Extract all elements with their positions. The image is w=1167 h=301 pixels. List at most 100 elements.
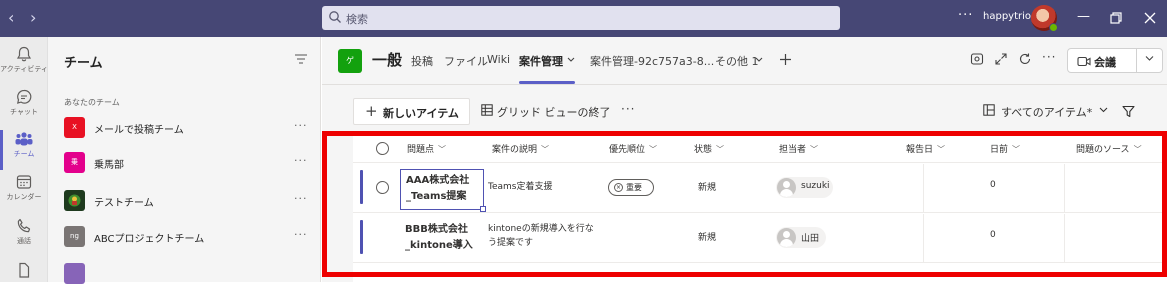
filter-icon[interactable] bbox=[294, 53, 308, 65]
team-item[interactable]: ng ABCプロジェクトチーム ··· bbox=[48, 226, 321, 254]
description-cell[interactable]: Teams定着支援 bbox=[488, 180, 598, 194]
tab-more[interactable]: その他 1 bbox=[715, 53, 759, 69]
issue-cell[interactable]: AAA株式会社 _Teams提案 bbox=[400, 169, 486, 212]
row-indicator bbox=[360, 170, 363, 204]
select-all-checkbox[interactable] bbox=[376, 142, 389, 155]
issue-cell[interactable]: BBB株式会社 _kintone導入 bbox=[400, 219, 484, 260]
divider bbox=[1136, 49, 1137, 72]
forward-arrow-icon[interactable]: › bbox=[30, 9, 36, 27]
assignee-name: suzuki bbox=[801, 181, 830, 191]
divider bbox=[923, 214, 924, 263]
refresh-icon[interactable] bbox=[1018, 52, 1032, 66]
plus-icon: + bbox=[365, 102, 378, 120]
chevron-down-icon bbox=[1099, 107, 1108, 113]
column-header[interactable]: 担当者 ﹀ bbox=[779, 142, 818, 155]
rail-item-chat[interactable]: チャット bbox=[0, 88, 48, 128]
more-options-icon[interactable]: ··· bbox=[294, 119, 308, 132]
tab-wiki[interactable]: Wiki bbox=[487, 53, 510, 66]
description-cell[interactable]: kintoneの新規導入を行なう提案です bbox=[488, 222, 598, 250]
status-cell[interactable]: 新規 bbox=[698, 230, 716, 243]
tab-posts[interactable]: 投稿 bbox=[411, 53, 433, 69]
title-bar: ‹ › 検索 ··· happytrio — bbox=[0, 0, 1167, 37]
meet-button[interactable]: 会議 bbox=[1067, 48, 1163, 73]
row-select-checkbox[interactable] bbox=[376, 181, 389, 194]
team-avatar: ゲ bbox=[338, 49, 362, 73]
chevron-down-icon: ﹀ bbox=[810, 145, 819, 154]
restore-icon[interactable] bbox=[1110, 12, 1122, 24]
teams-icon bbox=[15, 132, 33, 146]
more-options-icon[interactable]: ··· bbox=[1042, 50, 1056, 64]
column-header[interactable]: 優先順位 ﹀ bbox=[609, 142, 657, 155]
column-header[interactable]: 問題点 ﹀ bbox=[407, 142, 446, 155]
back-arrow-icon[interactable]: ‹ bbox=[8, 9, 14, 27]
search-input[interactable]: 検索 bbox=[322, 6, 840, 30]
tab-case-management-2[interactable]: 案件管理-92c757a3-8... bbox=[590, 53, 714, 69]
rail-item-files[interactable] bbox=[0, 261, 48, 301]
list-grid: 問題点 ﹀ 案件の説明 ﹀ 優先順位 ﹀ 状態 ﹀ 担当者 ﹀ 報告日 ﹀ 日前 ﹀ 問題のソ… bbox=[353, 135, 1167, 282]
rail-item-teams[interactable]: チーム bbox=[0, 130, 48, 170]
column-header[interactable]: 状態 ﹀ bbox=[694, 142, 724, 155]
chevron-down-icon: ﹀ bbox=[937, 145, 946, 154]
team-tile bbox=[64, 190, 85, 211]
video-camera-icon bbox=[1077, 56, 1091, 67]
team-item[interactable]: テストチーム ··· bbox=[48, 190, 321, 218]
rail-item-calls[interactable]: 通話 bbox=[0, 217, 48, 257]
grid-icon bbox=[481, 104, 493, 116]
team-name: 乗馬部 bbox=[94, 160, 124, 171]
tab-case-management[interactable]: 案件管理 bbox=[519, 53, 563, 69]
more-icon[interactable]: ··· bbox=[958, 8, 973, 23]
active-tab-indicator bbox=[519, 81, 575, 84]
days-cell[interactable]: 0 bbox=[990, 230, 996, 240]
assignee-chip[interactable]: 山田 bbox=[776, 227, 826, 248]
tab-files[interactable]: ファイル bbox=[444, 53, 488, 69]
divider bbox=[1064, 214, 1065, 263]
username: happytrio bbox=[983, 11, 1032, 22]
table-row[interactable]: BBB株式会社 _kintone導入 kintoneの新規導入を行なう提案です … bbox=[353, 214, 1167, 263]
days-cell[interactable]: 0 bbox=[990, 180, 996, 190]
table-row[interactable]: AAA株式会社 _Teams提案 Teams定着支援 × 重要 新規 suzuk… bbox=[353, 164, 1167, 213]
profile-avatar[interactable] bbox=[1031, 5, 1058, 32]
calendar-icon bbox=[16, 175, 32, 189]
expand-icon[interactable] bbox=[994, 52, 1008, 66]
chevron-down-icon[interactable] bbox=[567, 57, 575, 63]
team-item[interactable]: 乗 乗馬部 ··· bbox=[48, 152, 321, 180]
more-options-icon[interactable]: ··· bbox=[621, 102, 635, 116]
main-content: ゲ 一般 投稿 ファイル Wiki 案件管理 案件管理-92c757a3-8..… bbox=[322, 37, 1167, 282]
more-options-icon[interactable]: ··· bbox=[294, 192, 308, 205]
priority-pill[interactable]: × 重要 bbox=[608, 179, 654, 196]
column-header[interactable]: 日前 ﹀ bbox=[990, 142, 1020, 155]
chevron-down-icon[interactable] bbox=[1145, 55, 1154, 62]
minimize-icon[interactable]: — bbox=[1077, 9, 1090, 25]
chevron-down-icon: ﹀ bbox=[1133, 145, 1142, 154]
rail-item-activity[interactable]: アクティビティ bbox=[0, 45, 48, 85]
meeting-notes-icon[interactable] bbox=[970, 52, 984, 66]
chevron-down-icon[interactable] bbox=[755, 57, 763, 63]
team-item[interactable]: X メールで投稿チーム ··· bbox=[48, 117, 321, 145]
new-item-button[interactable]: + 新しいアイテム bbox=[353, 98, 470, 125]
section-label: あなたのチーム bbox=[64, 98, 120, 107]
close-icon[interactable] bbox=[1144, 12, 1156, 24]
team-name: メールで投稿チーム bbox=[94, 125, 184, 136]
assignee-chip[interactable]: suzuki bbox=[776, 177, 833, 198]
column-header[interactable]: 問題のソース ﹀ bbox=[1076, 142, 1142, 155]
channel-name: 一般 bbox=[372, 51, 403, 69]
more-options-icon[interactable]: ··· bbox=[294, 154, 308, 167]
team-logo-icon bbox=[68, 194, 81, 207]
view-selector[interactable]: すべてのアイテム* bbox=[983, 104, 1108, 119]
close-icon: × bbox=[614, 183, 623, 192]
add-tab-icon[interactable] bbox=[779, 53, 792, 66]
app-rail: アクティビティ チャット チーム カレンダー 通話 bbox=[0, 37, 48, 282]
search-icon bbox=[329, 11, 341, 23]
team-tile bbox=[64, 263, 85, 284]
team-tile: ng bbox=[64, 226, 85, 247]
column-header[interactable]: 報告日 ﹀ bbox=[906, 142, 945, 155]
status-cell[interactable]: 新規 bbox=[698, 180, 716, 193]
rail-label: カレンダー bbox=[6, 193, 42, 201]
person-avatar bbox=[777, 178, 796, 197]
team-item[interactable] bbox=[48, 263, 321, 291]
filter-icon[interactable] bbox=[1122, 105, 1135, 118]
column-header[interactable]: 案件の説明 ﹀ bbox=[492, 142, 549, 155]
more-options-icon[interactable]: ··· bbox=[294, 228, 308, 241]
rail-label: チーム bbox=[13, 150, 35, 158]
rail-item-calendar[interactable]: カレンダー bbox=[0, 173, 48, 213]
